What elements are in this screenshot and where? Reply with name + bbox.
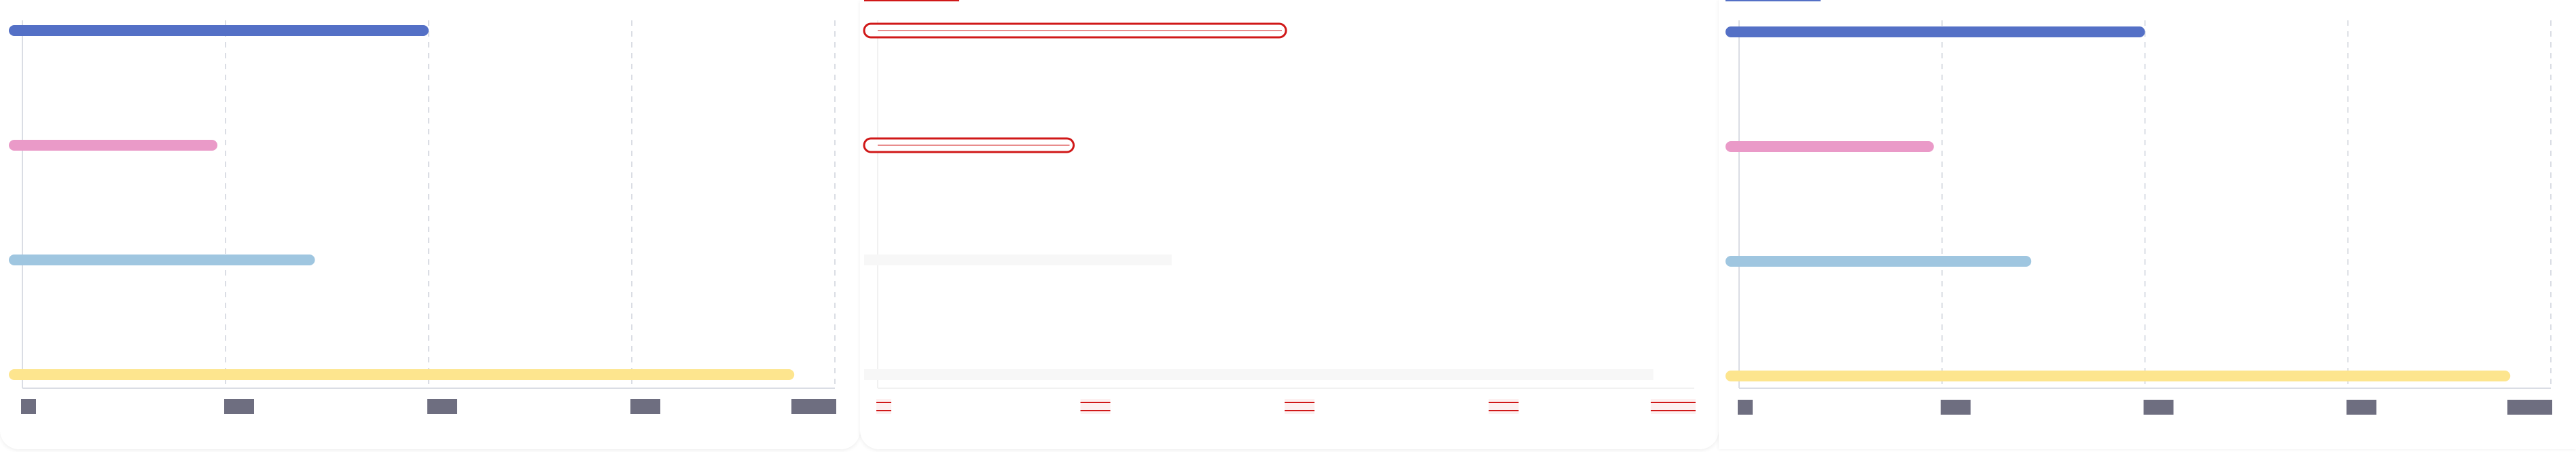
x-tick-label-100 xyxy=(791,399,836,414)
bar-0 xyxy=(863,22,1287,39)
x-tick-label-100 xyxy=(2507,400,2552,415)
bar-3 xyxy=(9,369,795,380)
clipped-fragment xyxy=(864,0,959,1)
x-tick-label-50 xyxy=(427,399,457,414)
x-tick-label-100 xyxy=(1651,399,1696,414)
x-tick-label-0 xyxy=(1738,400,1753,415)
bar-chart-1 xyxy=(9,20,836,414)
bar-1 xyxy=(1725,141,1934,152)
bar-0 xyxy=(1725,26,2145,37)
bar-2 xyxy=(1725,256,2032,267)
chart-panel-3 xyxy=(1719,0,2576,449)
bar-2 xyxy=(9,255,315,265)
x-tick-label-bg-25 xyxy=(1080,399,1111,414)
chart-panel-2 xyxy=(860,0,1719,449)
x-tick-label-25 xyxy=(1940,400,1971,415)
bar-1 xyxy=(863,137,1075,153)
x-tick-label-bg-50 xyxy=(1285,399,1314,414)
x-tick-label-50 xyxy=(2143,400,2174,415)
bar-chart-2 xyxy=(863,0,1696,414)
x-tick-label-bg-75 xyxy=(1488,399,1519,414)
x-tick-label-0 xyxy=(21,399,36,414)
clipped-fragment xyxy=(1725,0,1821,1)
x-tick-label-0 xyxy=(876,399,891,414)
bar-1 xyxy=(9,140,218,151)
x-tick-label-bg-100 xyxy=(1651,399,1696,414)
x-tick-label-75 xyxy=(2346,400,2377,415)
x-tick-label-75 xyxy=(1488,399,1519,414)
x-tick-label-25 xyxy=(224,399,254,414)
bar-3 xyxy=(1725,371,2511,381)
x-tick-label-75 xyxy=(630,399,660,414)
bar-0 xyxy=(9,25,429,36)
x-tick-label-50 xyxy=(1285,399,1314,414)
bar-chart-3 xyxy=(1725,0,2552,415)
bar-3 xyxy=(864,369,1653,380)
x-tick-label-bg-0 xyxy=(876,399,891,414)
chart-panel-1 xyxy=(0,0,860,449)
bar-2 xyxy=(864,255,1172,265)
x-tick-label-25 xyxy=(1080,399,1111,414)
